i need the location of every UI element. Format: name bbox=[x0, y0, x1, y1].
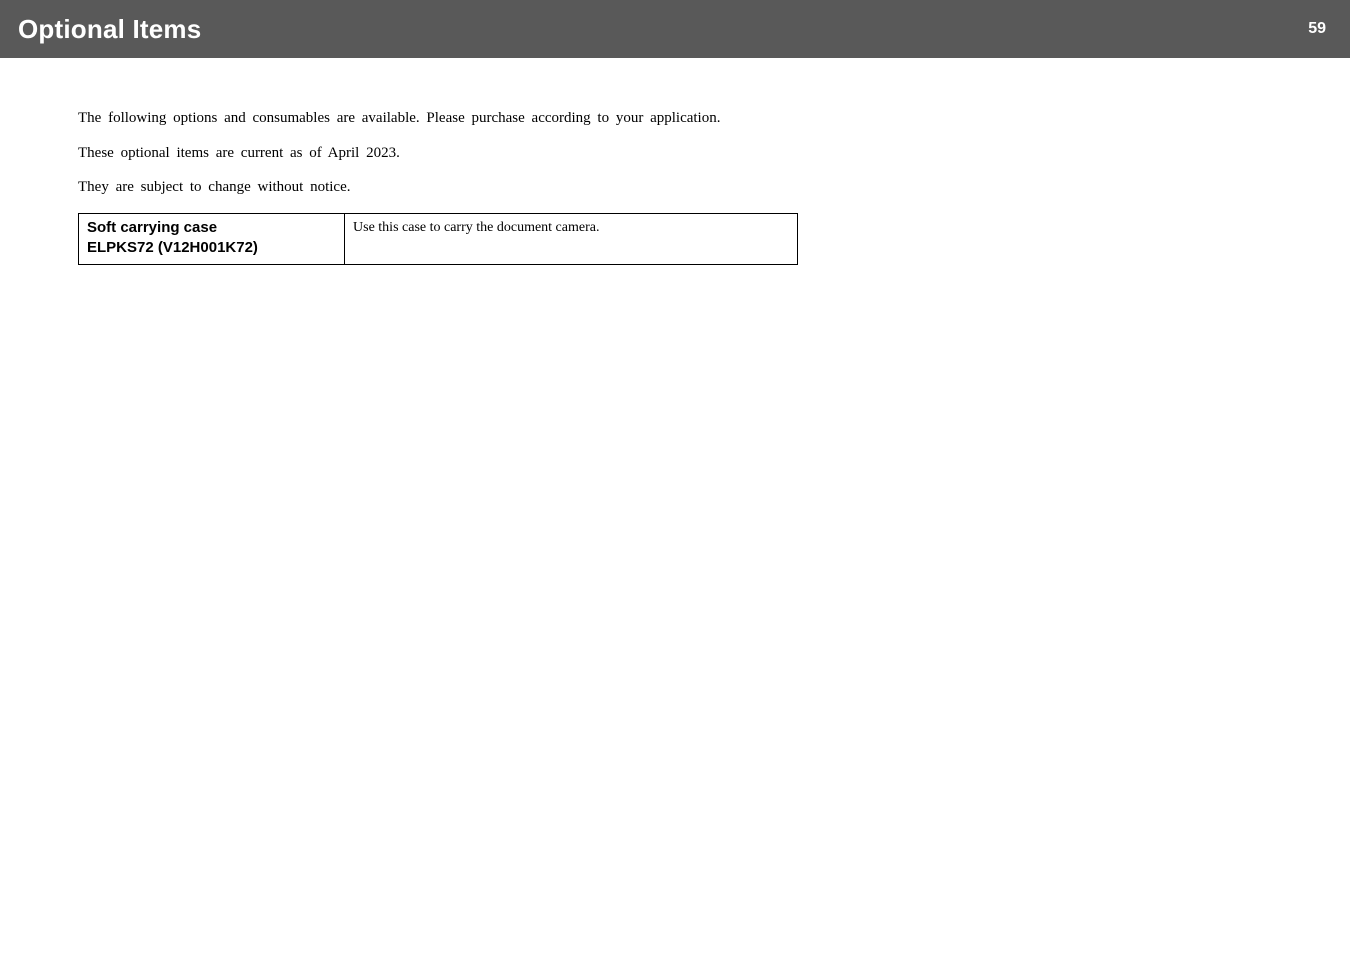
page-header: Optional Items 59 bbox=[0, 0, 1350, 58]
item-description: Use this case to carry the document came… bbox=[353, 220, 599, 235]
options-table: Soft carrying case ELPKS72 (V12H001K72) … bbox=[78, 213, 798, 266]
page-title: Optional Items bbox=[18, 14, 201, 45]
intro-paragraph-3: They are subject to change without notic… bbox=[78, 175, 1350, 201]
content-area: The following options and consumables ar… bbox=[0, 58, 1350, 265]
table-row: Soft carrying case ELPKS72 (V12H001K72) … bbox=[79, 213, 798, 265]
intro-paragraph-2: These optional items are current as of A… bbox=[78, 141, 1350, 167]
item-name-line1: Soft carrying case bbox=[87, 218, 336, 238]
item-name-cell: Soft carrying case ELPKS72 (V12H001K72) bbox=[79, 213, 345, 265]
item-description-cell: Use this case to carry the document came… bbox=[345, 213, 798, 265]
page-number: 59 bbox=[1308, 20, 1326, 38]
intro-paragraph-1: The following options and consumables ar… bbox=[78, 106, 1350, 132]
item-name-line2: ELPKS72 (V12H001K72) bbox=[87, 238, 336, 258]
